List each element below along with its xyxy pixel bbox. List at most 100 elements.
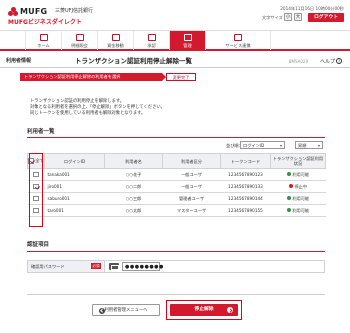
status-ok-icon xyxy=(286,208,291,213)
status-ok-icon xyxy=(286,172,291,177)
auth-section-divider xyxy=(27,251,325,252)
global-nav: ホーム 明細照会 資金移動 承認 管理 サービス連携 xyxy=(0,30,350,51)
help-label: ヘルプ xyxy=(319,59,335,65)
nav-statements-label: 明細照会 xyxy=(71,43,88,48)
back-button-label: 利用者管理メニューへ xyxy=(104,308,148,313)
arrow-right-icon xyxy=(227,307,233,313)
help-link[interactable]: ヘルプ? xyxy=(320,58,342,65)
row-checkbox[interactable] xyxy=(33,207,39,214)
table-header-row: 全て ログインID 利用者名 利用者区分 トークンコード トランザクション認証利… xyxy=(27,153,326,169)
cell-token-code: 1234567890123 xyxy=(220,168,271,181)
select-all-cell[interactable]: 全て xyxy=(27,153,45,169)
nav-transfer-label: 資金移動 xyxy=(107,43,124,48)
select-all-checkbox[interactable] xyxy=(28,158,34,164)
instruction-line-1: トランザクション認証の利用停止を解除します。 xyxy=(30,99,125,104)
col-user-name: 利用者名 xyxy=(104,153,163,169)
row-checkbox[interactable] xyxy=(33,171,39,178)
order-select[interactable]: 昇順 xyxy=(295,141,323,149)
password-label: 確認用パスワード xyxy=(31,264,65,269)
transfer-icon xyxy=(111,34,120,41)
arrow-left-icon xyxy=(99,307,105,314)
back-to-user-menu-button[interactable]: 利用者管理メニューへ xyxy=(92,304,160,316)
row-select-cell[interactable] xyxy=(27,180,45,193)
cell-auth-status: 利用可能 xyxy=(270,192,326,205)
page-title: トランザクション認証利用停止解除一覧 xyxy=(75,57,192,65)
cell-user-name: ○○花子 xyxy=(104,168,163,181)
nav-statements[interactable]: 明細照会 xyxy=(61,31,97,50)
row-checkbox[interactable] xyxy=(33,195,39,202)
nav-home[interactable]: ホーム xyxy=(25,31,61,50)
nav-transfer[interactable]: 資金移動 xyxy=(97,31,133,50)
screen-id: BMSA029 xyxy=(288,59,308,64)
status-stopped-icon xyxy=(288,184,293,189)
footer-divider xyxy=(27,294,325,295)
nav-management[interactable]: 管理 xyxy=(169,31,205,50)
chevron-down-icon xyxy=(280,144,282,147)
approval-icon xyxy=(147,34,156,41)
order-select-value: 昇順 xyxy=(298,143,307,148)
service-name: MUFGビジネスダイレクト xyxy=(8,19,82,26)
home-icon xyxy=(39,34,48,41)
col-auth-status: トランザクション認証利用状況 xyxy=(270,153,326,169)
row-checkbox[interactable] xyxy=(33,183,39,190)
col-token-code: トークンコード xyxy=(220,153,271,169)
row-select-cell[interactable] xyxy=(27,168,45,181)
cell-user-name: ○○二郎 xyxy=(104,180,163,193)
help-icon: ? xyxy=(336,58,342,64)
nav-service-link-label: サービス連携 xyxy=(225,43,251,48)
step-current: トランザクション認証利用停止解除の利用者を選択 xyxy=(20,73,166,81)
cell-auth-status: 利用可能 xyxy=(270,204,326,217)
table-row: jiro001 ○○二郎 一般ユーザ 1234567890133 停止中 xyxy=(27,180,326,193)
nav-approval[interactable]: 承認 xyxy=(133,31,169,50)
logo-text: MUFG xyxy=(20,7,48,16)
confirm-password-input[interactable]: ●●●●●●●● xyxy=(122,262,163,271)
nav-approval-label: 承認 xyxy=(147,43,156,48)
software-keyboard-icon[interactable] xyxy=(109,263,119,270)
cell-login-id: jiro001 xyxy=(44,180,105,193)
bank-name: 三菱UFJ信託銀行 xyxy=(55,8,94,14)
status-text: 利用可能 xyxy=(292,195,310,201)
sort-select[interactable]: ログインID xyxy=(240,141,285,149)
sort-select-value: ログインID xyxy=(243,143,265,148)
cell-user-category: 一般ユーザ xyxy=(162,180,221,193)
title-category: 利用者情報 xyxy=(6,58,32,64)
cell-token-code: 1234567890155 xyxy=(220,204,271,217)
cell-login-id: taro001 xyxy=(44,204,105,217)
document-icon xyxy=(75,34,84,41)
cell-user-name: ○○太郎 xyxy=(104,204,163,217)
row-select-cell[interactable] xyxy=(27,204,45,217)
cell-login-id: saburo001 xyxy=(44,192,105,205)
users-table: 全て ログインID 利用者名 利用者区分 トークンコード トランザクション認証利… xyxy=(27,153,326,217)
font-size-label: 文字サイズ xyxy=(262,15,283,20)
required-badge: 必須 xyxy=(91,263,101,269)
release-suspension-button[interactable]: 停止解除 xyxy=(170,304,238,316)
table-row: taro001 ○○太郎 マスターユーザ 1234567890155 利用可能 xyxy=(27,204,326,217)
nav-home-label: ホーム xyxy=(37,43,50,48)
font-size-small-button[interactable]: 小 xyxy=(284,13,292,21)
font-size-large-button[interactable]: 大 xyxy=(294,13,302,21)
mufg-logo-icon xyxy=(8,7,18,17)
cell-auth-status: 停止中 xyxy=(270,180,326,193)
service-link-icon xyxy=(234,34,242,41)
login-datetime: 2014年11月16日 10時00分00秒 xyxy=(280,6,344,11)
table-row: tanaka001 ○○花子 一般ユーザ 1234567890123 利用可能 xyxy=(27,168,326,181)
nav-service-link[interactable]: サービス連携 xyxy=(205,31,271,50)
users-section-heading: 利用者一覧 xyxy=(27,129,55,135)
status-ok-icon xyxy=(286,196,291,201)
step-next: 変更完了 xyxy=(166,73,196,81)
status-text: 利用可能 xyxy=(292,171,310,177)
col-login-id: ログインID xyxy=(44,153,105,169)
logout-button[interactable]: ログアウト xyxy=(308,13,344,22)
instruction-line-3: 同じトークンを使用している利用者も解除対象となります。 xyxy=(30,111,146,116)
cell-token-code: 1234567890144 xyxy=(220,192,271,205)
nav-management-label: 管理 xyxy=(183,43,192,48)
cell-user-category: 一般ユーザ xyxy=(162,168,221,181)
cell-user-category: マスターユーザ xyxy=(162,204,221,217)
instruction-line-2: 対象となる利用者を選択の上、「停止解除」ボタンを押してください。 xyxy=(30,105,165,110)
status-text: 停止中 xyxy=(294,183,308,189)
chevron-down-icon xyxy=(318,144,320,147)
row-select-cell[interactable] xyxy=(27,192,45,205)
table-row: saburo001 ○○三郎 管理者ユーザ 1234567890144 利用可能 xyxy=(27,192,326,205)
cell-user-name: ○○三郎 xyxy=(104,192,163,205)
cell-token-code: 1234567890133 xyxy=(220,180,271,193)
